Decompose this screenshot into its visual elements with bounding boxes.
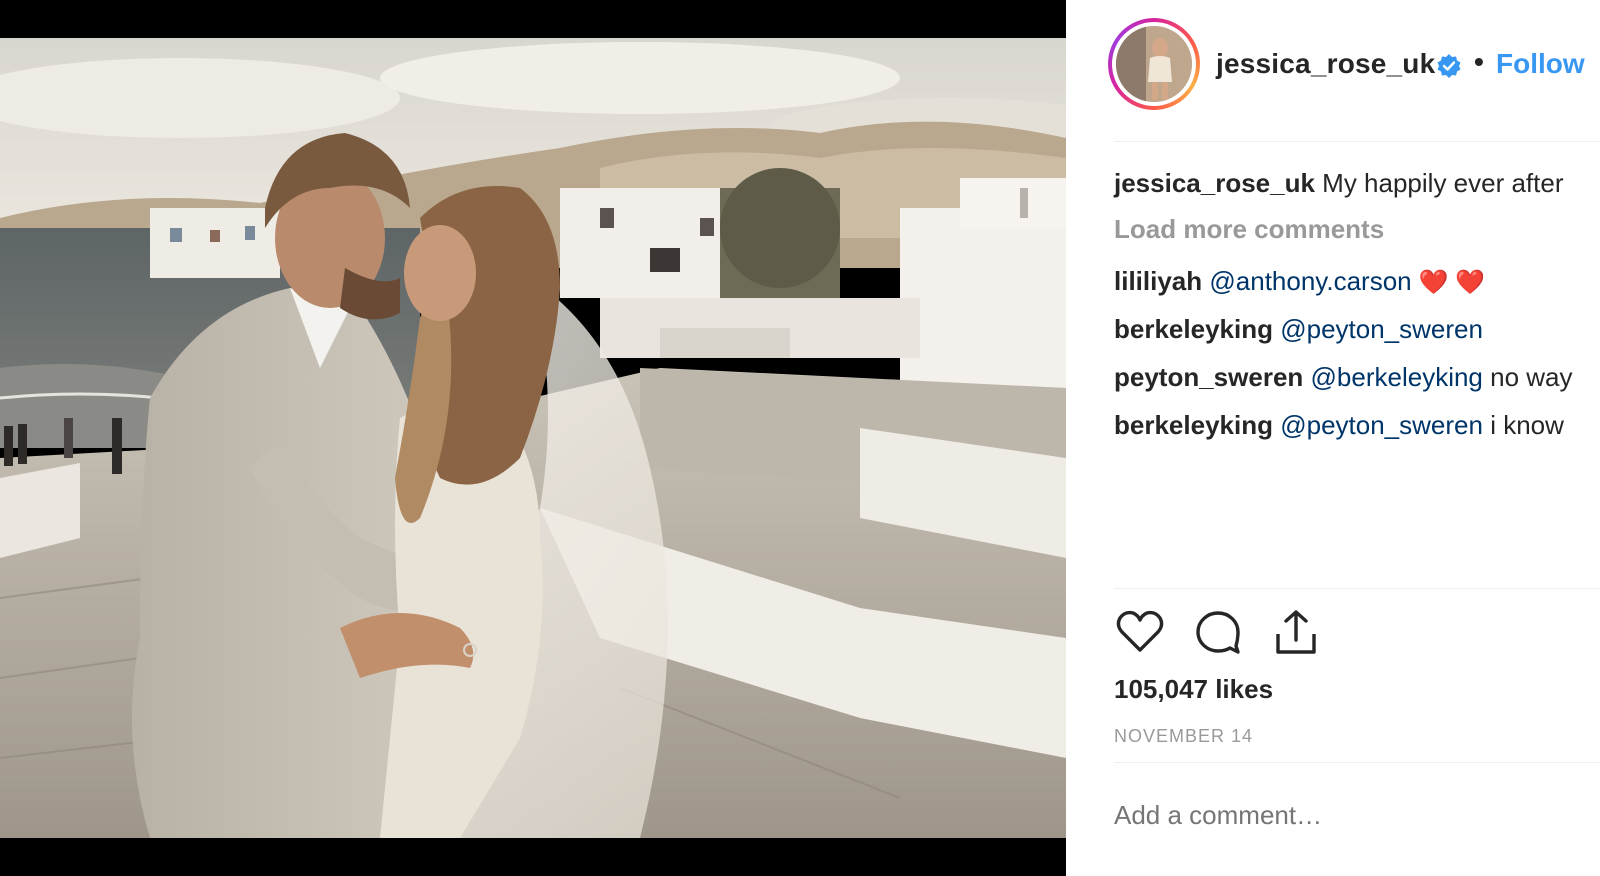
follow-button[interactable]: Follow [1496,48,1585,80]
comment-mention[interactable]: @peyton_sweren [1280,410,1483,440]
comment-item: berkeleyking @peyton_sweren i know [1114,410,1564,441]
heart-icon[interactable] [1114,606,1166,658]
comment-mention[interactable]: @berkeleyking [1311,362,1483,392]
comments-list: jessica_rose_uk My happily ever after Lo… [1114,164,1600,584]
comment-username[interactable]: berkeleyking [1114,410,1273,440]
add-comment-input[interactable] [1114,800,1584,831]
post-photo[interactable] [0,38,1066,838]
post-username[interactable]: jessica_rose_uk [1216,48,1435,80]
header-divider [1114,141,1600,142]
comment-item: lililiyah @anthony.carson ❤️ ❤️ [1114,266,1485,297]
comment-bubble-icon[interactable] [1192,606,1244,658]
comment-item: peyton_sweren @berkeleyking no way [1114,362,1573,393]
post-date: NOVEMBER 14 [1114,726,1254,746]
likes-count[interactable]: 105,047 likes [1114,674,1273,705]
separator-dot: • [1474,46,1484,77]
comment-username[interactable]: berkeleyking [1114,314,1273,344]
comment-mention[interactable]: @peyton_sweren [1280,314,1483,344]
verified-badge-icon [1437,54,1461,78]
media-pane [0,0,1066,876]
caption-text: My happily ever after [1322,168,1564,198]
comment-text: no way [1490,362,1573,392]
post-actions [1114,606,1414,666]
comment-username[interactable]: peyton_sweren [1114,362,1303,392]
caption: jessica_rose_uk My happily ever after [1114,168,1564,199]
comment-text: i know [1490,410,1564,440]
story-ring[interactable] [1108,18,1200,110]
comment-mention[interactable]: @anthony.carson [1209,266,1411,296]
comment-username[interactable]: lililiyah [1114,266,1202,296]
comment-divider [1114,762,1600,763]
post-header: jessica_rose_uk • Follow [1066,0,1600,142]
comment-item: berkeleyking @peyton_sweren [1114,314,1483,345]
load-more-comments-button[interactable]: Load more comments [1114,214,1384,245]
comment-emoji: ❤️ ❤️ [1418,269,1486,296]
comment-username[interactable]: jessica_rose_uk [1114,168,1315,198]
post-side-panel: jessica_rose_uk • Follow jessica_rose_uk… [1066,0,1600,876]
actions-divider [1114,588,1600,589]
instagram-post-page: jessica_rose_uk • Follow jessica_rose_uk… [0,0,1600,876]
avatar[interactable] [1116,26,1192,102]
share-icon[interactable] [1270,606,1322,658]
